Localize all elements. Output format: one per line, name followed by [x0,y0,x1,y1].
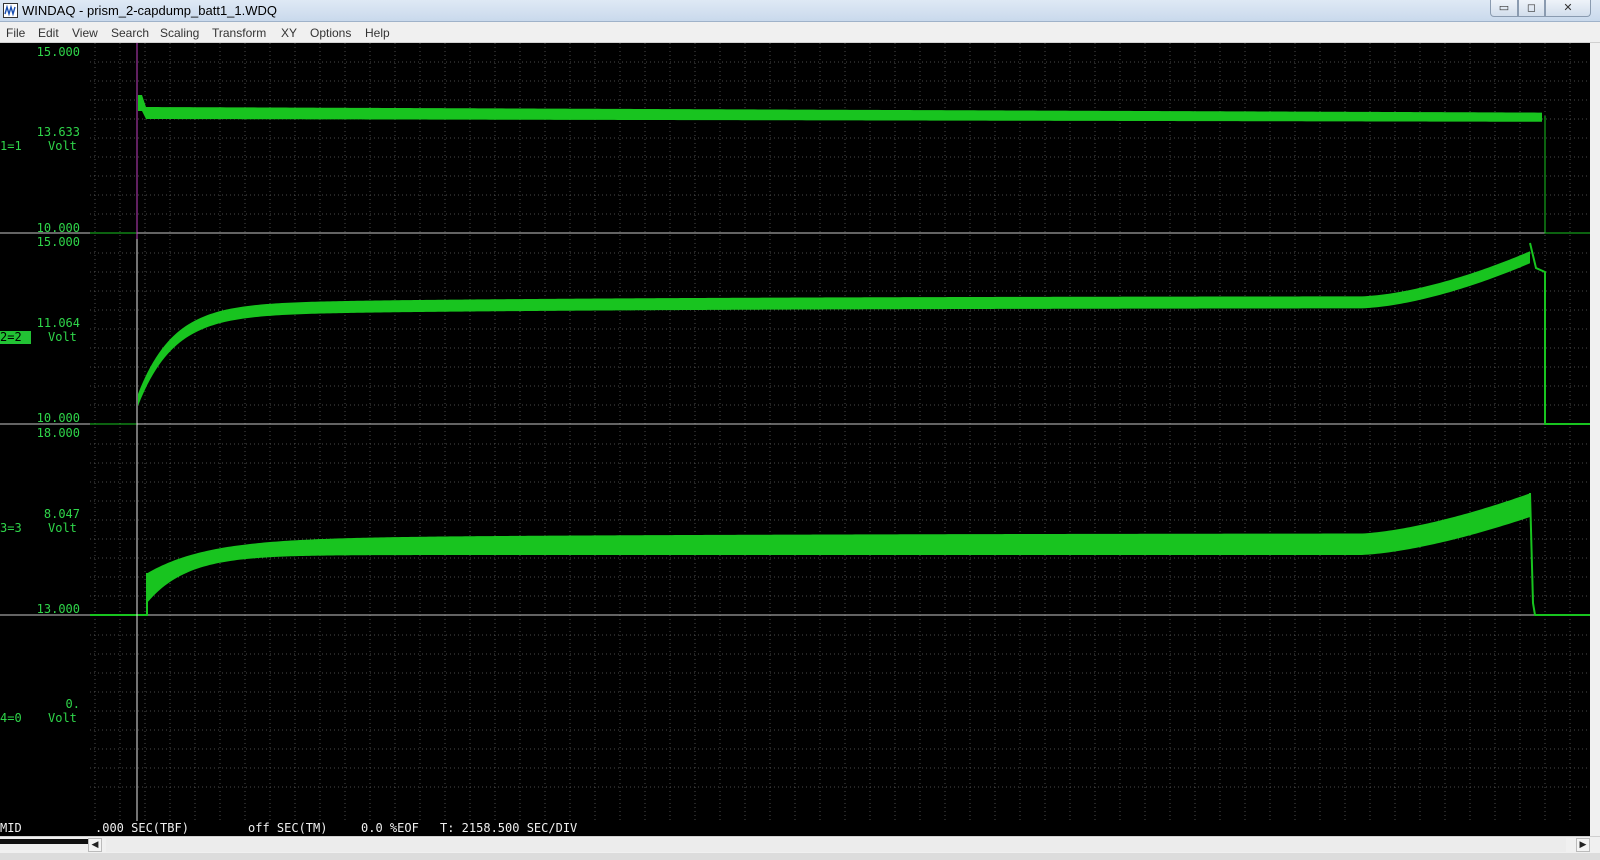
ch1-bottom-scale: 10.000 [36,221,80,235]
ch1-trace [138,95,1542,122]
ch4-unit: Volt [48,711,77,725]
menu-view[interactable]: View [72,26,98,40]
ch3-bottom-scale: 13.000 [36,602,80,616]
menu-file[interactable]: File [6,26,25,40]
title-bar: WINDAQ - prism_2-capdump_batt1_1.WDQ ▭ ◻… [0,0,1600,22]
close-button[interactable]: ✕ [1545,0,1591,17]
ch3-mid-value: 8.047 [43,507,80,521]
ch3-id[interactable]: 3=3 [0,522,22,535]
windaq-app-icon[interactable] [3,3,18,18]
window-bottom-edge [0,853,1600,860]
ch2-mid-value: 11.064 [36,316,80,330]
ch3-top-scale: 18.000 [36,426,80,440]
grid [90,43,1590,821]
ch2-bottom-scale: 10.000 [36,411,80,425]
status-eof: 0.0 %EOF [361,821,419,835]
ch1-unit: Volt [48,139,77,153]
menu-search[interactable]: Search [111,26,149,40]
menu-transform[interactable]: Transform [212,26,266,40]
menu-xy[interactable]: XY [281,26,297,40]
scroll-right-arrow-icon[interactable]: ▶ [1576,838,1590,852]
status-time-per-div: T: 2158.500 SEC/DIV [440,821,578,835]
menu-edit[interactable]: Edit [38,26,59,40]
ch2-top-scale: 15.000 [36,235,80,249]
menu-scaling[interactable]: Scaling [160,26,199,40]
ch2-id-active[interactable]: 2=2 [0,331,31,344]
scroll-left-arrow-icon[interactable]: ◀ [88,838,102,852]
ch1-mid-value: 13.633 [36,125,80,139]
ch4-mid-value: 0. [65,697,80,711]
menu-help[interactable]: Help [365,26,390,40]
ch1-dropoff [1544,116,1590,234]
ch4-id[interactable]: 4=0 [0,712,22,725]
waveform-traces [90,95,1590,616]
horizontal-scrollbar[interactable]: ◀ ▶ [0,836,1600,853]
ch1-id[interactable]: 1=1 [0,140,22,153]
menu-options[interactable]: Options [310,26,351,40]
ch3-unit: Volt [48,521,77,535]
scroll-track[interactable] [106,838,1566,852]
ch1-top-scale: 15.000 [36,45,80,59]
ch3-dropoff [1529,492,1590,616]
ch3-trace [147,493,1530,603]
menu-bar: File Edit View Search Scaling Transform … [0,22,1600,43]
maximize-button[interactable]: ◻ [1518,0,1545,17]
ch3-rise [90,573,148,616]
status-line: MID .000 SEC(TBF) off SEC(TM) 0.0 %EOF T… [0,821,1590,835]
ch2-unit: Volt [48,330,77,344]
ch2-dropoff [1529,242,1590,425]
minimize-button[interactable]: ▭ [1490,0,1518,17]
status-tm: off SEC(TM) [248,821,328,835]
status-tbf: .000 SEC(TBF) [95,821,189,835]
scroll-position-indicator [0,839,88,844]
window-title: WINDAQ - prism_2-capdump_batt1_1.WDQ [22,3,278,18]
waveform-canvas[interactable] [0,43,1590,821]
right-edge [1590,43,1600,839]
waveform-display[interactable]: 15.000 13.633 1=1 Volt 10.000 15.000 11.… [0,43,1590,821]
status-mode[interactable]: MID [0,821,22,835]
